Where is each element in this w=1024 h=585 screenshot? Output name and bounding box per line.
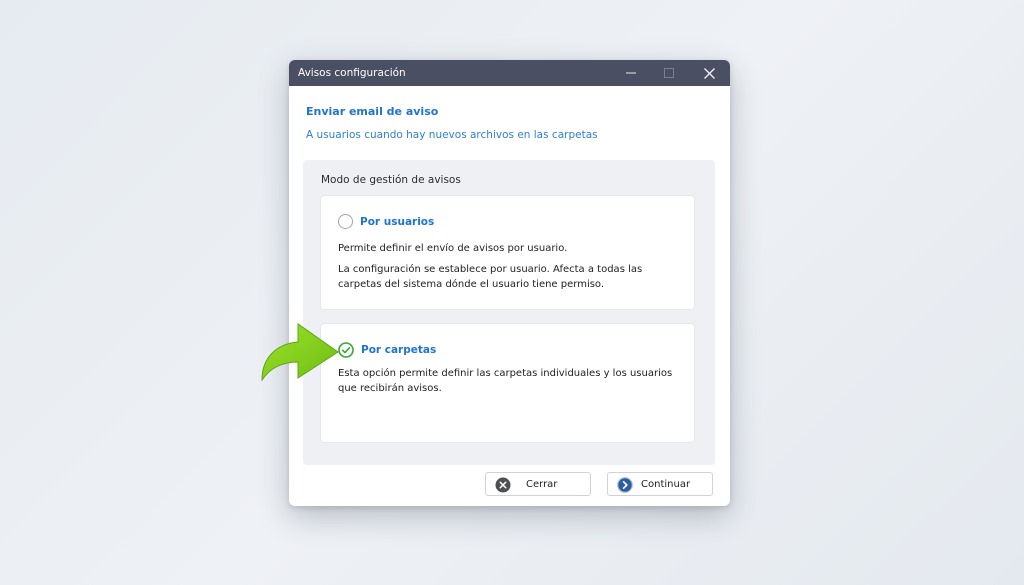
radio-unselected[interactable] bbox=[338, 214, 353, 229]
group-label: Modo de gestión de avisos bbox=[321, 174, 461, 186]
option-description: Permite definir el envío de avisos por u… bbox=[338, 243, 568, 254]
close-circle-icon bbox=[495, 477, 511, 493]
window-title: Avisos configuración bbox=[298, 67, 406, 79]
header-subtitle: A usuarios cuando hay nuevos archivos en… bbox=[306, 129, 598, 141]
option-title: Por carpetas bbox=[361, 344, 437, 356]
close-button[interactable] bbox=[691, 60, 727, 86]
minimize-button[interactable] bbox=[613, 60, 649, 86]
minimize-icon bbox=[626, 72, 636, 74]
continuar-button[interactable]: Continuar bbox=[607, 472, 713, 496]
option-description: Esta opción permite definir las carpetas… bbox=[338, 368, 673, 394]
option-header: Por usuarios bbox=[338, 214, 434, 229]
arrow-right-circle-icon bbox=[617, 477, 633, 493]
option-description-detail: La configuración se establece por usuari… bbox=[338, 264, 643, 290]
cerrar-label: Cerrar bbox=[526, 479, 558, 490]
title-bar[interactable]: Avisos configuración bbox=[289, 60, 730, 86]
cerrar-button[interactable]: Cerrar bbox=[485, 472, 591, 496]
maximize-button[interactable] bbox=[651, 60, 687, 86]
notification-mode-group: Modo de gestión de avisos Por usuarios P… bbox=[303, 160, 715, 465]
option-card-por-usuarios[interactable]: Por usuarios Permite definir el envío de… bbox=[321, 196, 694, 309]
option-header: Por carpetas bbox=[338, 342, 436, 358]
avisos-config-dialog: Avisos configuración Enviar email de avi… bbox=[289, 60, 730, 506]
option-card-por-carpetas[interactable]: Por carpetas Esta opción permite definir… bbox=[321, 324, 694, 442]
header-title: Enviar email de aviso bbox=[306, 105, 439, 118]
continuar-label: Continuar bbox=[641, 479, 691, 490]
close-icon bbox=[703, 67, 715, 79]
option-title: Por usuarios bbox=[360, 215, 435, 228]
pointer-arrow-icon bbox=[261, 323, 339, 382]
maximize-icon bbox=[664, 68, 674, 78]
